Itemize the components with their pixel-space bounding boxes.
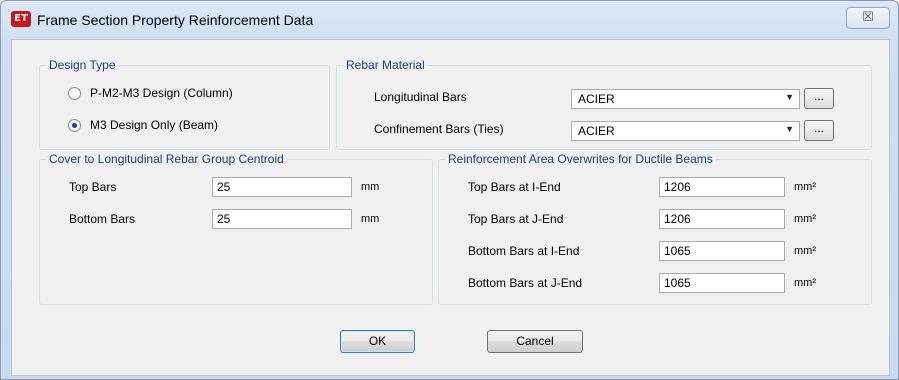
confinement-bars-browse-button[interactable]: ... (804, 120, 834, 141)
bottom-bars-cover-unit: mm (361, 213, 380, 225)
top-bars-j-end-unit: mm² (794, 213, 816, 225)
top-bars-cover-value: 25 (217, 180, 231, 194)
longitudinal-bars-value: ACIER (578, 92, 615, 106)
bottom-bars-i-end-value: 1065 (664, 244, 691, 258)
bottom-bars-j-end-value: 1065 (664, 276, 691, 290)
title-bar[interactable]: ET Frame Section Property Reinforcement … (1, 1, 898, 37)
top-bars-cover-input[interactable]: 25 (212, 177, 352, 197)
longitudinal-bars-label: Longitudinal Bars (374, 90, 467, 104)
longitudinal-bars-browse-button[interactable]: ... (804, 88, 834, 109)
design-type-group: Design Type (39, 58, 330, 150)
bottom-bars-j-end-unit: mm² (794, 277, 816, 289)
beam-design-radio[interactable] (68, 119, 81, 132)
bottom-bars-j-end-label: Bottom Bars at J-End (468, 276, 583, 290)
bottom-bars-j-end-input[interactable]: 1065 (659, 273, 785, 293)
etabs-app-icon: ET (11, 11, 31, 27)
bottom-bars-cover-value: 25 (217, 212, 231, 226)
chevron-down-icon: ▼ (785, 124, 794, 134)
longitudinal-bars-select[interactable]: ACIER ▼ (571, 89, 800, 109)
cancel-button[interactable]: Cancel (487, 330, 583, 353)
confinement-bars-label: Confinement Bars (Ties) (374, 122, 504, 136)
top-bars-j-end-label: Top Bars at J-End (468, 212, 564, 226)
top-bars-cover-unit: mm (361, 181, 380, 193)
column-design-label[interactable]: P-M2-M3 Design (Column) (90, 86, 233, 100)
design-type-legend: Design Type (49, 58, 116, 72)
top-bars-i-end-label: Top Bars at I-End (468, 180, 561, 194)
dialog-body: Design Type P-M2-M3 Design (Column) M3 D… (11, 39, 890, 376)
beam-design-label[interactable]: M3 Design Only (Beam) (90, 118, 218, 132)
bottom-bars-i-end-input[interactable]: 1065 (659, 241, 785, 261)
bottom-bars-i-end-unit: mm² (794, 245, 816, 257)
close-button[interactable]: ☒ (846, 7, 890, 29)
rebar-material-legend: Rebar Material (346, 58, 425, 72)
top-bars-i-end-unit: mm² (794, 181, 816, 193)
chevron-down-icon: ▼ (785, 92, 794, 102)
top-bars-i-end-input[interactable]: 1206 (659, 177, 785, 197)
bottom-bars-cover-input[interactable]: 25 (212, 209, 352, 229)
top-bars-j-end-input[interactable]: 1206 (659, 209, 785, 229)
bottom-bars-i-end-label: Bottom Bars at I-End (468, 244, 580, 258)
column-design-radio[interactable] (68, 87, 81, 100)
ok-button[interactable]: OK (340, 330, 415, 353)
window-title: Frame Section Property Reinforcement Dat… (37, 12, 314, 28)
bottom-bars-cover-label: Bottom Bars (69, 212, 136, 226)
dialog-window: ET Frame Section Property Reinforcement … (0, 0, 899, 380)
top-bars-cover-label: Top Bars (69, 180, 117, 194)
confinement-bars-select[interactable]: ACIER ▼ (571, 121, 800, 141)
top-bars-i-end-value: 1206 (664, 180, 691, 194)
confinement-bars-value: ACIER (578, 124, 615, 138)
top-bars-j-end-value: 1206 (664, 212, 691, 226)
area-overwrites-legend: Reinforcement Area Overwrites for Ductil… (448, 152, 713, 166)
cover-legend: Cover to Longitudinal Rebar Group Centro… (49, 152, 284, 166)
